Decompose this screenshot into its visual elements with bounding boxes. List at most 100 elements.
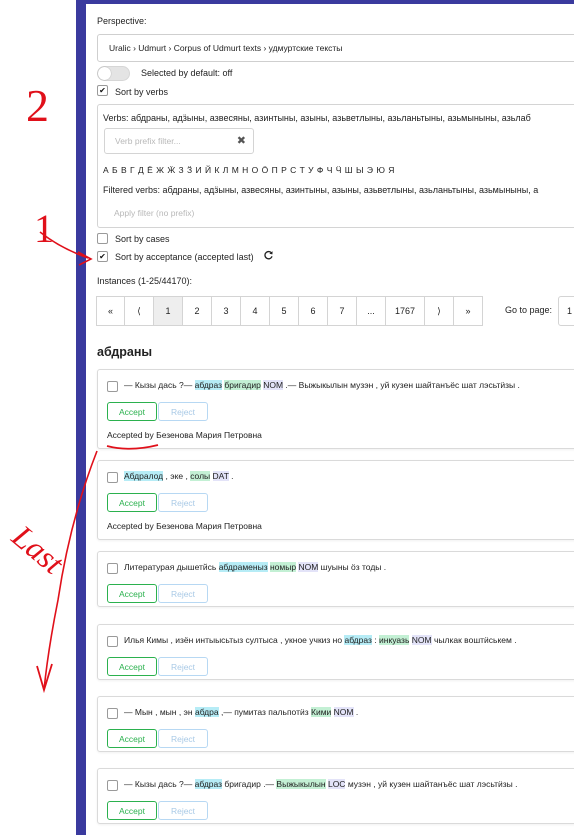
accept-button[interactable]: Accept [107,402,157,421]
instance-sentence: — Мын , мын , эн абдра ,— пумитаз пальпо… [124,707,358,717]
instance-checkbox[interactable] [107,636,118,647]
sentence-text: ,— пумитаз пальпотӥз [218,707,311,717]
accept-button[interactable]: Accept [107,657,157,676]
page-item[interactable]: 1 [153,296,183,326]
sentence-text: — Кызы дась ?— [124,779,195,789]
highlighted-token: абдраз [194,779,223,789]
instance-checkbox[interactable] [107,472,118,483]
highlighted-token: Выжыкылын [276,779,326,789]
alphabet-filter[interactable]: А Б В Г Д Ё Ж Ӝ З Ӟ И Й К Л М Н О Ӧ П Р … [103,165,395,175]
verb-prefix-input[interactable] [113,135,231,147]
highlighted-token: абдраз [344,635,372,645]
perspective-select[interactable]: Uralic › Udmurt › Corpus of Udmurt texts… [97,34,574,62]
sentence-text: бригадир .— [222,779,277,789]
sentence-text: Литературая дышетйсь [124,562,219,572]
sort-by-acceptance-checkbox[interactable] [97,251,108,262]
page-item[interactable]: 3 [211,296,241,326]
highlighted-token: NOM [333,707,354,717]
verb-heading: абдраны [97,345,153,359]
instance-card: — Мын , мын , эн абдра ,— пумитаз пальпо… [97,696,574,752]
highlighted-token: NOM [411,635,432,645]
accept-button[interactable]: Accept [107,584,157,603]
instance-sentence: — Кызы дась ?— абдраз бригадир NOM .— Вы… [124,380,520,390]
selected-by-default-label: Selected by default: off [141,68,233,78]
highlighted-token: абдраменыз [218,562,268,572]
page-item[interactable]: 1767 [385,296,425,326]
main-panel: Perspective: Uralic › Udmurt › Corpus of… [86,4,574,835]
highlighted-token: Абдралод [124,471,164,481]
page-item[interactable]: 2 [182,296,212,326]
sentence-text: .— Выжыкылын музэн , уй кузен шайтанъёс … [283,380,520,390]
sentence-text: музэн , уй кузен шайтанъёс шат лэсьтӥзы … [345,779,518,789]
annotation-down-arrowhead [36,663,53,694]
accepted-by-label: Accepted by Безенова Мария Петровна [107,430,262,440]
highlighted-token: абдраз [194,380,223,390]
instance-card: — Кызы дась ?— абдраз бригадир .— Выжыкы… [97,768,574,824]
sort-by-cases-checkbox[interactable] [97,233,108,244]
selected-by-default-toggle[interactable] [97,66,130,81]
perspective-label: Perspective: [97,16,147,26]
instance-card: Литературая дышетйсь абдраменыз номыр NO… [97,551,574,607]
instance-checkbox[interactable] [107,563,118,574]
highlighted-token: солы [190,471,211,481]
refresh-icon[interactable] [263,250,274,261]
page-item[interactable]: 7 [327,296,357,326]
sentence-text: : [371,635,379,645]
apply-filter-button[interactable]: Apply filter (no prefix) [114,208,194,218]
highlighted-token: абдра [194,707,219,717]
sidebar-edge [76,0,86,835]
sentence-text: . [228,471,234,481]
page-item[interactable]: ... [356,296,386,326]
instance-sentence: Илья Кимы , изён интыысьтыз султыса , ук… [124,635,517,645]
highlighted-token: бригадир [224,380,261,390]
annotation-number-1: 1 [34,206,54,251]
reject-button[interactable]: Reject [158,657,208,676]
accept-button[interactable]: Accept [107,493,157,512]
page-item[interactable]: ⟨ [124,296,154,326]
instances-count: Instances (1-25/44170): [97,276,193,286]
sort-by-cases-label: Sort by cases [115,234,170,244]
page-item[interactable]: ⟩ [424,296,454,326]
reject-button[interactable]: Reject [158,801,208,820]
instance-card: — Кызы дась ?— абдраз бригадир NOM .— Вы… [97,369,574,449]
highlighted-token: инкуазь [379,635,410,645]
page-item[interactable]: 6 [298,296,328,326]
instance-sentence: Абдралод , эке , солы DAT . [124,471,234,481]
page-item[interactable]: 4 [240,296,270,326]
sentence-text: . [353,707,359,717]
sentence-text: шуыны ӧз тоды . [318,562,387,572]
instance-checkbox[interactable] [107,381,118,392]
accept-button[interactable]: Accept [107,729,157,748]
sort-by-acceptance-label: Sort by acceptance (accepted last) [115,252,254,262]
highlighted-token: номыр [269,562,297,572]
pagination: «⟨ 1 2 3 4 5 6 7... 1767 ⟩» [96,296,483,326]
highlighted-token: LOC [327,779,346,789]
highlighted-token: NOM [263,380,284,390]
goto-page-label: Go to page: [505,305,553,315]
sort-by-verbs-checkbox[interactable] [97,85,108,96]
instance-sentence: — Кызы дась ?— абдраз бригадир .— Выжыкы… [124,779,518,789]
filtered-verbs-list: Filtered verbs: абдраны, адӟыны, азвесян… [103,185,539,195]
annotation-number-2: 2 [26,80,49,131]
reject-button[interactable]: Reject [158,402,208,421]
accept-button[interactable]: Accept [107,801,157,820]
highlighted-token: Кими [311,707,332,717]
clear-icon[interactable]: ✖ [237,134,246,147]
page-item[interactable]: « [96,296,125,326]
verbs-list: Verbs: абдраны, адӟыны, азвесяны, азинты… [103,113,531,123]
highlighted-token: DAT [212,471,229,481]
accepted-by-label: Accepted by Безенова Мария Петровна [107,521,262,531]
sentence-text: — Кызы дась ?— [124,380,195,390]
reject-button[interactable]: Reject [158,584,208,603]
page-item[interactable]: 5 [269,296,299,326]
instance-checkbox[interactable] [107,780,118,791]
reject-button[interactable]: Reject [158,493,208,512]
reject-button[interactable]: Reject [158,729,208,748]
annotation-last-text: Last [5,517,72,581]
page-item[interactable]: » [453,296,483,326]
verbs-filter-panel: Verbs: абдраны, адӟыны, азвесяны, азинты… [97,104,574,228]
sentence-text: Илья Кимы , изён интыысьтыз султыса , ук… [124,635,345,645]
goto-page-input[interactable]: 1 [558,296,574,326]
instance-checkbox[interactable] [107,708,118,719]
sentence-text: — Мын , мын , эн [124,707,195,717]
